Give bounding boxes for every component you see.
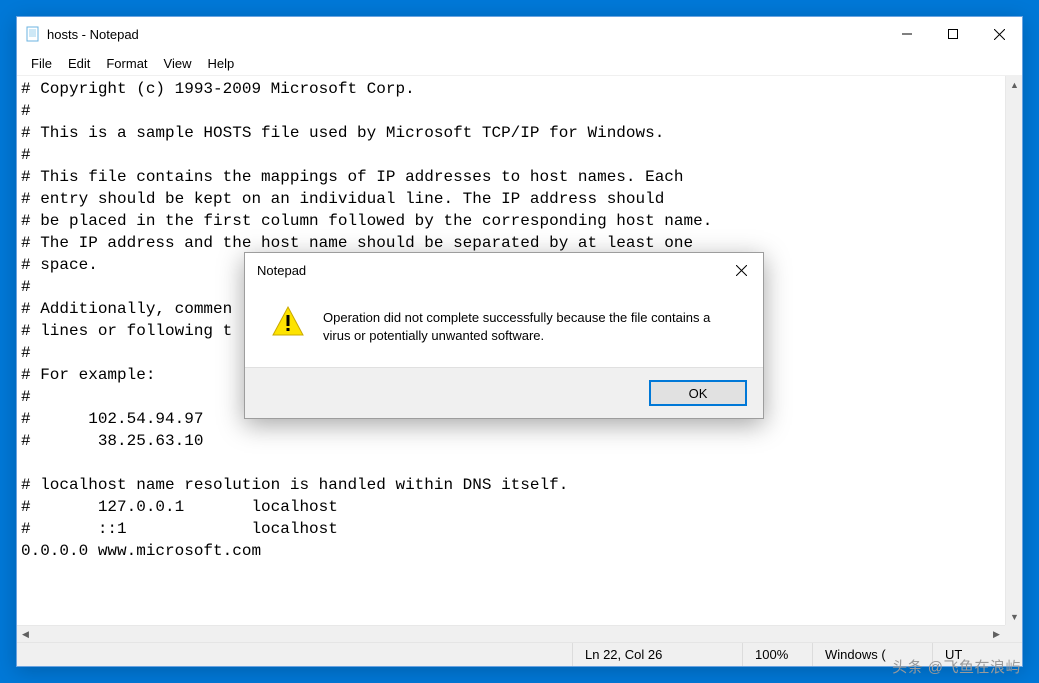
dialog-footer: OK [245,367,763,418]
close-button[interactable] [976,17,1022,51]
scroll-up-icon[interactable]: ▲ [1006,76,1022,93]
dialog-close-button[interactable] [719,253,763,287]
ok-button[interactable]: OK [649,380,747,406]
window-title: hosts - Notepad [47,27,884,42]
error-dialog: Notepad Operation did not complete succe… [244,252,764,419]
dialog-body: Operation did not complete successfully … [245,287,763,367]
scroll-right-icon[interactable]: ▶ [988,626,1005,642]
horizontal-scrollbar[interactable]: ◀ ▶ [17,625,1005,642]
watermark-text: 头条 @飞鱼在浪屿 [892,656,1021,677]
warning-icon [271,305,305,344]
menu-format[interactable]: Format [98,54,155,73]
menubar: File Edit Format View Help [17,51,1022,75]
vscroll-track[interactable] [1006,93,1022,608]
menu-edit[interactable]: Edit [60,54,98,73]
maximize-button[interactable] [930,17,976,51]
menu-help[interactable]: Help [199,54,242,73]
hscroll-track[interactable] [34,626,988,642]
notepad-icon [25,26,41,42]
vertical-scrollbar[interactable]: ▲ ▼ [1005,76,1022,625]
dialog-message: Operation did not complete successfully … [323,305,739,345]
status-spacer [17,643,572,666]
dialog-title: Notepad [257,263,719,278]
scroll-down-icon[interactable]: ▼ [1006,608,1022,625]
titlebar[interactable]: hosts - Notepad [17,17,1022,51]
menu-view[interactable]: View [156,54,200,73]
statusbar: Ln 22, Col 26 100% Windows ( UT [17,642,1022,666]
dialog-titlebar[interactable]: Notepad [245,253,763,287]
scroll-left-icon[interactable]: ◀ [17,626,34,642]
scroll-corner [1005,625,1022,642]
minimize-button[interactable] [884,17,930,51]
status-zoom: 100% [742,643,812,666]
menu-file[interactable]: File [23,54,60,73]
window-controls [884,17,1022,51]
status-position: Ln 22, Col 26 [572,643,742,666]
